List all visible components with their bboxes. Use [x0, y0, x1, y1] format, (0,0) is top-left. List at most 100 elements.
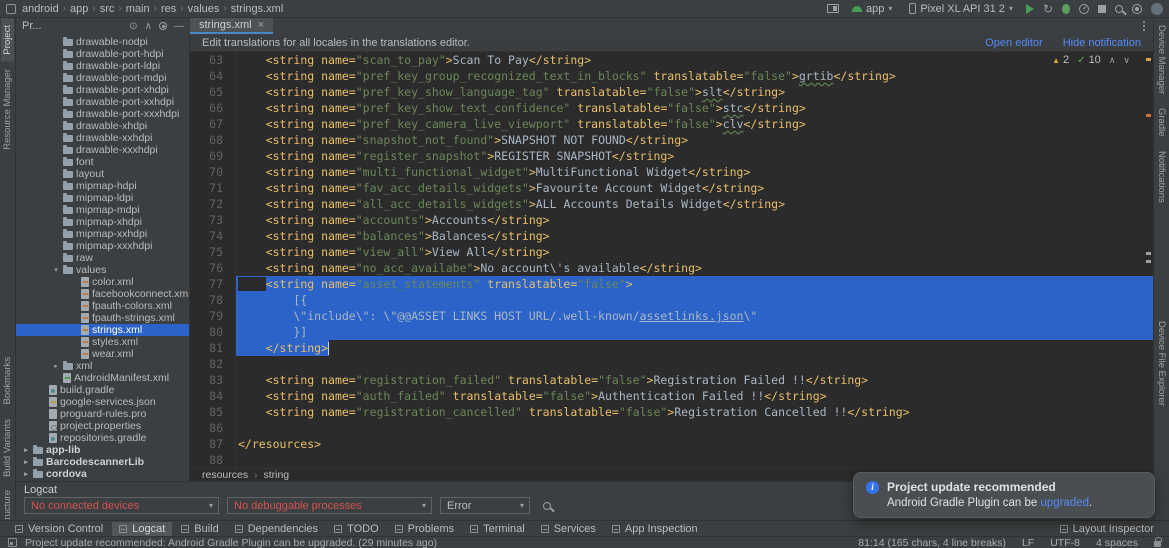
- code-line[interactable]: 71 <string name="fav_acc_details_widgets…: [190, 180, 1153, 196]
- prev-issue-icon[interactable]: ∧: [1109, 55, 1116, 66]
- tool-window-button-layout-inspector[interactable]: Layout Inspector: [1053, 522, 1161, 536]
- tool-strip-tab-resource-manager[interactable]: Resource Manager: [1, 62, 14, 157]
- chevron-right-icon[interactable]: ▸: [22, 458, 30, 466]
- avatar[interactable]: [1151, 3, 1163, 15]
- search-icon[interactable]: [1115, 5, 1123, 13]
- tree-item[interactable]: ▸BarcodescannerLib: [16, 456, 189, 468]
- tool-window-button-build[interactable]: Build: [174, 522, 225, 536]
- breadcrumb-item[interactable]: android: [22, 3, 59, 15]
- hide-panel-icon[interactable]: —: [174, 21, 184, 32]
- tool-window-button-dependencies[interactable]: Dependencies: [228, 522, 325, 536]
- code-line[interactable]: 64 <string name="pref_key_group_recogniz…: [190, 68, 1153, 84]
- tree-item[interactable]: mipmap-xxxhdpi: [16, 240, 189, 252]
- status-message[interactable]: Project update recommended: Android Grad…: [25, 537, 437, 548]
- close-icon[interactable]: ×: [258, 19, 264, 31]
- tool-window-button-logcat[interactable]: Logcat: [112, 522, 172, 536]
- code-line[interactable]: 79 \"include\": \"@@ASSET LINKS HOST URL…: [190, 308, 1153, 324]
- stop-button[interactable]: [1098, 5, 1106, 13]
- update-notification-popup[interactable]: i Project update recommended Android Gra…: [853, 472, 1155, 518]
- inspections-widget[interactable]: ▲2 ✓10 ∧ ∨: [1047, 54, 1135, 66]
- tool-strip-tab-notifications[interactable]: Notifications: [1155, 144, 1168, 210]
- code-line[interactable]: 81 </string>: [190, 340, 1153, 356]
- tree-item[interactable]: ▸xml: [16, 360, 189, 372]
- tree-item[interactable]: fpauth-strings.xml: [16, 312, 189, 324]
- run-config-select[interactable]: app ▾: [848, 3, 896, 15]
- tree-item[interactable]: ▾values: [16, 264, 189, 276]
- tool-window-button-services[interactable]: Services: [534, 522, 603, 536]
- code-line[interactable]: 87</resources>: [190, 436, 1153, 452]
- code-line[interactable]: 67 <string name="pref_key_camera_live_vi…: [190, 116, 1153, 132]
- breadcrumb-item[interactable]: res: [161, 3, 176, 15]
- logcat-filter-dropdown[interactable]: No connected devices▾: [24, 497, 219, 514]
- tree-item[interactable]: fpauth-colors.xml: [16, 300, 189, 312]
- stripe-selection-mark[interactable]: [1146, 252, 1151, 255]
- settings-gear-icon[interactable]: [1132, 4, 1142, 14]
- tree-item[interactable]: raw: [16, 252, 189, 264]
- hide-notification-link[interactable]: Hide notification: [1063, 37, 1141, 49]
- stripe-selection-mark[interactable]: [1146, 260, 1151, 263]
- tree-item[interactable]: AndroidManifest.xml: [16, 372, 189, 384]
- tool-strip-tab-gradle[interactable]: Gradle: [1155, 101, 1168, 144]
- code-line[interactable]: 63 <string name="scan_to_pay">Scan To Pa…: [190, 52, 1153, 68]
- code-line[interactable]: 83 <string name="registration_failed" tr…: [190, 372, 1153, 388]
- breadcrumb-item[interactable]: main: [126, 3, 150, 15]
- code-line[interactable]: 74 <string name="balances">Balances</str…: [190, 228, 1153, 244]
- tree-item[interactable]: styles.xml: [16, 336, 189, 348]
- tool-strip-tab-build-variants[interactable]: Build Variants: [1, 412, 14, 484]
- code-line[interactable]: 77 <string name="asset_statements" trans…: [190, 276, 1153, 292]
- project-panel-title[interactable]: Pr...: [22, 20, 42, 32]
- tool-strip-tab-project[interactable]: Project: [1, 18, 14, 62]
- code-line[interactable]: 76 <string name="no_acc_availabe">No acc…: [190, 260, 1153, 276]
- main-menu-icon[interactable]: [6, 4, 16, 14]
- error-stripe[interactable]: [1146, 52, 1151, 468]
- tree-item[interactable]: wear.xml: [16, 348, 189, 360]
- code-line[interactable]: 69 <string name="register_snapshot">REGI…: [190, 148, 1153, 164]
- tool-window-button-todo[interactable]: TODO: [327, 522, 386, 536]
- tree-item[interactable]: ▸app-lib: [16, 444, 189, 456]
- tool-windows-icon[interactable]: [8, 538, 17, 547]
- code-line[interactable]: 72 <string name="all_acc_details_widgets…: [190, 196, 1153, 212]
- code-line[interactable]: 66 <string name="pref_key_show_text_conf…: [190, 100, 1153, 116]
- status-segment[interactable]: 81:14 (165 chars, 4 line breaks): [858, 537, 1006, 548]
- editor[interactable]: 63 <string name="scan_to_pay">Scan To Pa…: [190, 52, 1153, 468]
- tree-item[interactable]: layout: [16, 168, 189, 180]
- logcat-filter-dropdown[interactable]: No debuggable processes▾: [227, 497, 432, 514]
- tree-item[interactable]: drawable-port-ldpi: [16, 60, 189, 72]
- profiler-icon[interactable]: [1079, 4, 1089, 14]
- locate-icon[interactable]: ⊙: [129, 21, 137, 32]
- device-select[interactable]: Pixel XL API 31 2 ▾: [905, 3, 1017, 15]
- tree-item[interactable]: drawable-port-xhdpi: [16, 84, 189, 96]
- chevron-down-icon[interactable]: ▾: [52, 266, 60, 274]
- tree-item[interactable]: drawable-port-hdpi: [16, 48, 189, 60]
- editor-breadcrumb-item[interactable]: resources: [202, 469, 248, 481]
- code-line[interactable]: 82: [190, 356, 1153, 372]
- open-editor-link[interactable]: Open editor: [985, 37, 1042, 49]
- code-line[interactable]: 80 }]: [190, 324, 1153, 340]
- code-line[interactable]: 88: [190, 452, 1153, 468]
- stripe-warning-mark[interactable]: [1146, 114, 1151, 117]
- tree-item[interactable]: drawable-nodpi: [16, 36, 189, 48]
- status-segment[interactable]: 4 spaces: [1096, 537, 1138, 548]
- status-segment[interactable]: UTF-8: [1050, 537, 1080, 548]
- upgrade-link[interactable]: upgraded: [1040, 497, 1089, 509]
- tree-item[interactable]: font: [16, 156, 189, 168]
- device-mirror-icon[interactable]: [827, 4, 839, 13]
- tree-item[interactable]: drawable-port-mdpi: [16, 72, 189, 84]
- tool-window-button-terminal[interactable]: Terminal: [463, 522, 532, 536]
- code-line[interactable]: 78 [{: [190, 292, 1153, 308]
- tool-window-button-app-inspection[interactable]: App Inspection: [605, 522, 705, 536]
- code-line[interactable]: 65 <string name="pref_key_show_language_…: [190, 84, 1153, 100]
- logcat-filter-dropdown[interactable]: Error▾: [440, 497, 530, 514]
- editor-breadcrumb-item[interactable]: string: [263, 469, 289, 481]
- code-line[interactable]: 73 <string name="accounts">Accounts</str…: [190, 212, 1153, 228]
- code-line[interactable]: 75 <string name="view_all">View All</str…: [190, 244, 1153, 260]
- breadcrumb-item[interactable]: values: [188, 3, 220, 15]
- chevron-right-icon[interactable]: ▸: [52, 362, 60, 370]
- lock-icon[interactable]: [1154, 541, 1161, 547]
- panel-settings-icon[interactable]: [159, 22, 167, 30]
- chevron-right-icon[interactable]: ▸: [22, 446, 30, 454]
- breadcrumb-item[interactable]: app: [70, 3, 88, 15]
- kebab-menu-icon[interactable]: [1143, 25, 1145, 27]
- tool-strip-tab-device-file-explorer[interactable]: Device File Explorer: [1155, 314, 1168, 413]
- tree-item[interactable]: facebookconnect.xml: [16, 288, 189, 300]
